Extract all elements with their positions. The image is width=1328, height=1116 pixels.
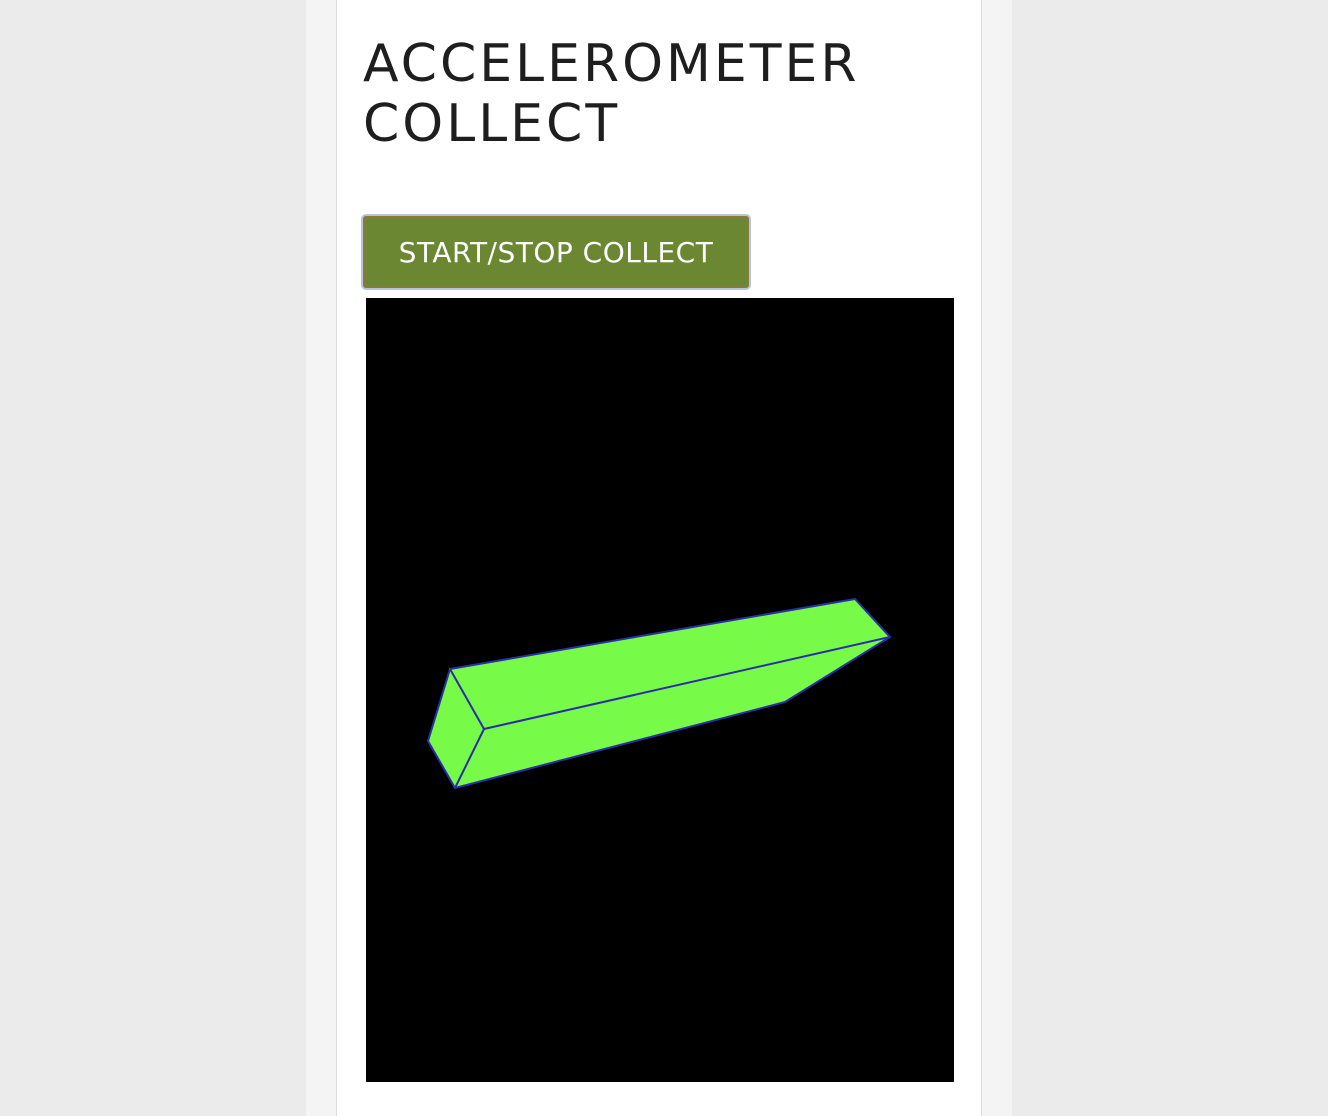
start-stop-collect-button[interactable]: START/STOP COLLECT [361,214,751,290]
rotated-box [427,598,891,790]
page-title-line-2: COLLECT [363,94,621,154]
main-card: ACCELEROMETER COLLECT START/STOP COLLECT [336,0,982,1116]
3d-viewport[interactable] [366,298,954,1082]
page-title-line-1: ACCELEROMETER [363,34,860,94]
page-title: ACCELEROMETER COLLECT [363,34,923,154]
3d-scene [427,598,891,790]
